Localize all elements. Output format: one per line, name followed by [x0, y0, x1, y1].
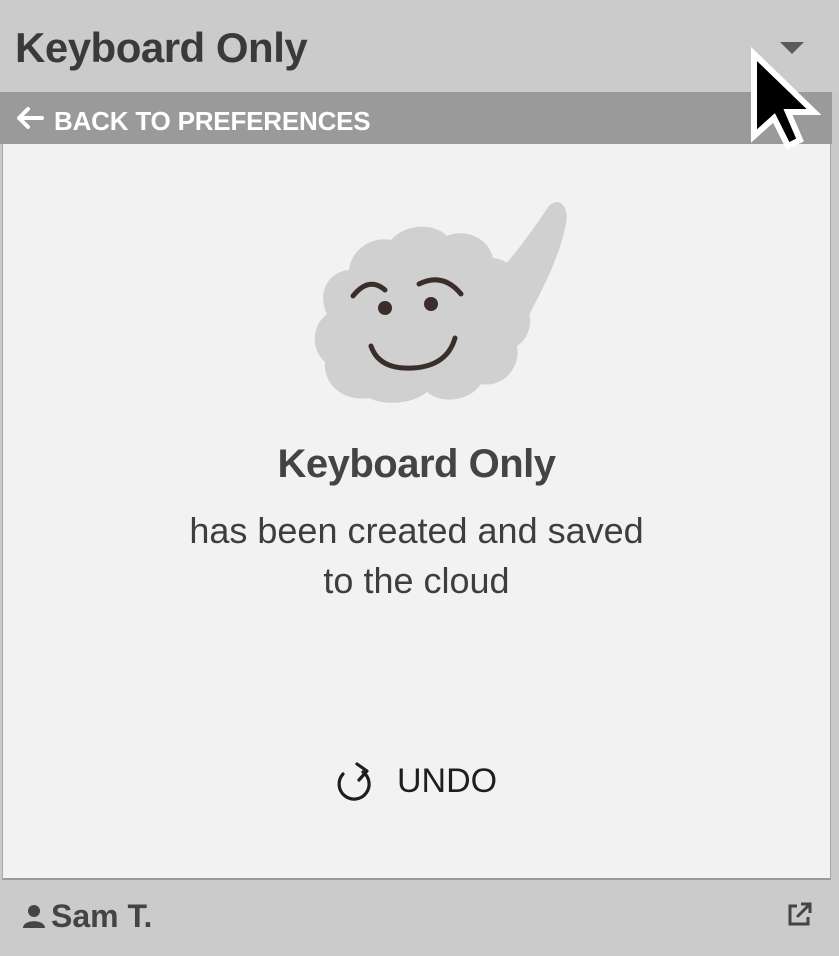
user-icon	[23, 905, 45, 928]
confirmation-title: Keyboard Only	[277, 442, 556, 486]
back-to-preferences-link[interactable]: BACK TO PREFERENCES	[0, 92, 832, 144]
page-title: Keyboard Only	[15, 24, 308, 71]
back-to-preferences-label: BACK TO PREFERENCES	[54, 106, 371, 136]
footer: Sam T.	[0, 880, 839, 956]
caret-down-icon	[780, 42, 804, 54]
undo-label: UNDO	[397, 762, 498, 800]
confirmation-line-1: has been created and saved	[189, 510, 644, 551]
confirmation-line-2: to the cloud	[323, 560, 510, 601]
external-link-button[interactable]	[784, 900, 820, 936]
smiling-cloud-icon	[314, 202, 567, 403]
undo-button[interactable]: UNDO	[333, 756, 513, 806]
external-link-icon	[788, 902, 812, 926]
dropdown-button[interactable]	[770, 30, 820, 70]
undo-icon	[337, 762, 371, 801]
header: Keyboard Only	[0, 0, 839, 92]
confirmation-panel: Keyboard Only has been created and saved…	[2, 144, 831, 880]
user-name: Sam T.	[51, 898, 153, 934]
arrow-left-icon	[17, 107, 44, 129]
confirmation-message: has been created and saved to the cloud	[3, 506, 830, 606]
